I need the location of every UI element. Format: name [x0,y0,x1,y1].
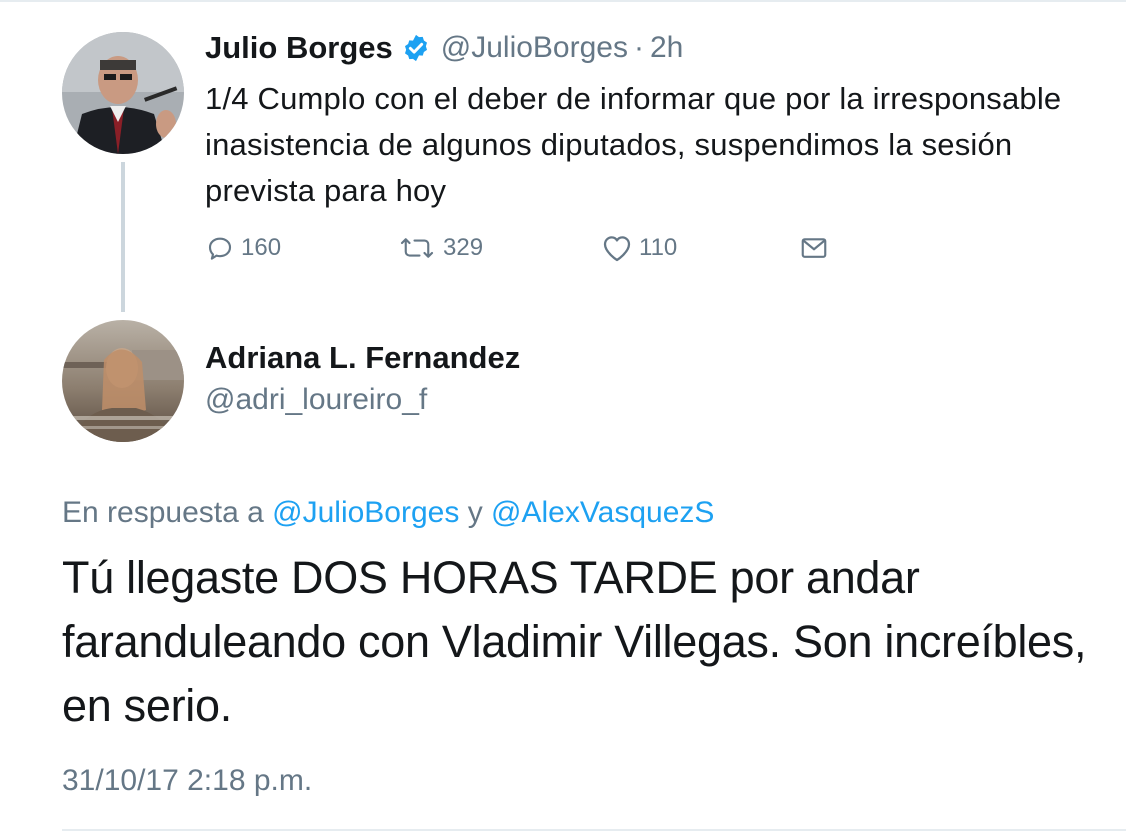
in-reply-prefix: En respuesta a [62,496,264,529]
header-separator: · [633,31,644,64]
like-button[interactable]: 110 [601,228,677,268]
reply-author-name[interactable]: Adriana L. Fernandez [205,340,520,376]
author-handle[interactable]: @JulioBorges [441,31,628,65]
author-name[interactable]: Julio Borges [205,30,393,66]
heart-icon [603,236,631,262]
in-reply-to-line: En respuesta a @JulioBorges y @AlexVasqu… [62,496,714,530]
parent-tweet-header: Julio Borges @JulioBorges · 2h [205,26,683,70]
reply-icon [208,237,232,260]
direct-message-button[interactable] [799,228,835,268]
retweet-button[interactable]: 329 [397,228,483,268]
reply-button[interactable]: 160 [205,228,281,268]
julio-borges-avatar[interactable] [62,32,184,154]
envelope-icon [801,238,827,258]
top-divider [0,0,1126,2]
reply-count: 160 [241,234,282,261]
like-count: 110 [639,234,678,261]
avatar-photo-adriana [62,320,184,442]
tweet-time-ago[interactable]: 2h [650,31,683,65]
mention-link-julioborges[interactable]: @JulioBorges [272,496,459,529]
in-reply-conjunction: y [467,496,483,529]
verified-badge-icon [404,34,427,62]
bottom-divider [62,829,1126,831]
parent-tweet-text: 1/4 Cumplo con el deber de informar que … [205,81,1062,208]
tweet-actions: 160 329 110 [205,228,845,268]
avatar-photo-julio [62,32,184,154]
adriana-fernandez-avatar[interactable] [62,320,184,442]
thread-connector [121,162,125,312]
mention-link-alexvasquezs[interactable]: @AlexVasquezS [491,496,714,529]
reply-author-handle[interactable]: @adri_loureiro_f [205,383,427,417]
retweet-icon [400,238,434,258]
reply-timestamp: 31/10/17 2:18 p.m. [62,764,313,797]
reply-tweet-text: Tú llegaste DOS HORAS TARDE por andar fa… [62,552,1087,731]
retweet-count: 329 [443,234,484,261]
